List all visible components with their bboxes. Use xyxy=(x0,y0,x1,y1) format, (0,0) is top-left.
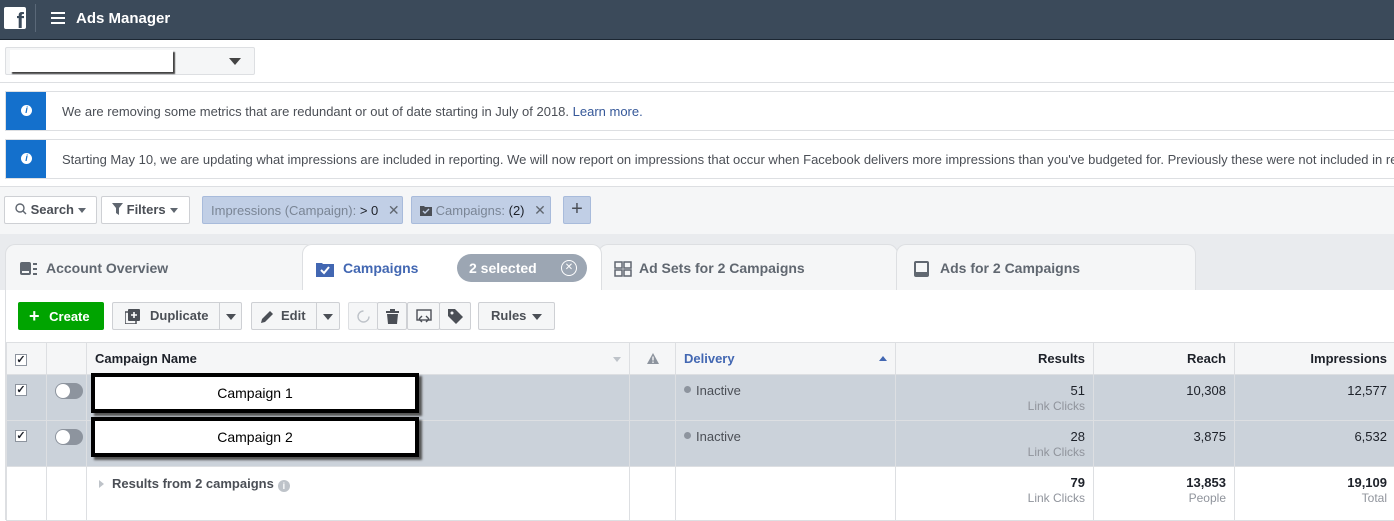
ads-icon xyxy=(913,261,931,277)
tag-icon xyxy=(448,309,463,324)
delivery-status: Inactive xyxy=(696,383,741,398)
facebook-logo-icon[interactable]: f xyxy=(4,7,26,29)
search-button[interactable]: Search xyxy=(4,196,97,224)
status-dot-icon xyxy=(684,432,691,439)
column-menu-icon[interactable] xyxy=(613,357,621,362)
delivery-status: Inactive xyxy=(696,429,741,444)
notice-text: Starting May 10, we are updating what im… xyxy=(62,152,1394,167)
account-selector[interactable] xyxy=(5,47,255,75)
campaign-name-link[interactable]: Campaign 1 xyxy=(91,373,419,413)
row-checkbox[interactable]: ✓ xyxy=(15,384,27,396)
summary-row: Results from 2 campaignsi 79Link Clicks … xyxy=(7,467,1394,521)
campaign-toggle[interactable] xyxy=(55,429,83,445)
chevron-down-icon xyxy=(229,58,241,65)
info-icon: i xyxy=(6,140,46,178)
learn-more-link[interactable]: Learn more. xyxy=(573,104,643,119)
filter-icon xyxy=(112,203,123,215)
top-bar: f Ads Manager xyxy=(0,0,1394,40)
campaign-name-link[interactable]: Campaign 2 xyxy=(91,417,419,457)
row-checkbox[interactable]: ✓ xyxy=(15,430,27,442)
filter-bar: Search Filters Impressions (Campaign): >… xyxy=(0,186,1394,234)
tab-bar: Account Overview Campaigns Ad Sets for 2… xyxy=(0,234,1394,290)
column-header-impressions[interactable]: Impressions xyxy=(1235,343,1394,375)
duplicate-button[interactable]: Duplicate xyxy=(112,302,242,330)
column-header-delivery[interactable]: Delivery xyxy=(676,343,896,375)
delete-button[interactable] xyxy=(377,302,407,330)
clear-selection-icon[interactable]: ✕ xyxy=(561,260,577,276)
filter-chip-campaigns[interactable]: Campaigns: (2) ✕ xyxy=(411,196,551,224)
status-dot-icon xyxy=(684,386,691,393)
campaign-folder-icon xyxy=(420,205,432,216)
divider xyxy=(35,4,36,32)
export-button[interactable] xyxy=(407,302,440,330)
close-icon[interactable]: ✕ xyxy=(534,202,546,218)
info-icon[interactable]: i xyxy=(278,480,290,492)
add-filter-button[interactable]: + xyxy=(563,196,591,224)
tab-account-overview[interactable]: Account Overview xyxy=(5,244,315,290)
notice-banner: i Starting May 10, we are updating what … xyxy=(5,139,1394,179)
tab-ad-sets[interactable]: Ad Sets for 2 Campaigns xyxy=(598,244,898,290)
filters-button[interactable]: Filters xyxy=(101,196,190,224)
sort-ascending-icon xyxy=(879,356,887,361)
trash-icon xyxy=(386,309,399,324)
app-title: Ads Manager xyxy=(76,10,170,27)
rules-button[interactable]: Rules xyxy=(478,302,555,330)
close-icon[interactable]: ✕ xyxy=(388,202,400,218)
select-all-checkbox[interactable]: ✓ xyxy=(15,354,27,366)
selected-count-badge: 2 selected ✕ xyxy=(457,254,587,282)
tab-ads[interactable]: Ads for 2 Campaigns xyxy=(896,244,1196,290)
column-header-warnings[interactable] xyxy=(630,343,676,375)
notice-text: We are removing some metrics that are re… xyxy=(62,104,573,119)
refresh-button[interactable] xyxy=(348,302,378,330)
table-header-row: ✓ Campaign Name Delivery Results Reach I… xyxy=(7,343,1394,375)
column-header-campaign-name[interactable]: Campaign Name xyxy=(87,343,630,375)
warning-icon xyxy=(647,353,659,364)
column-header-reach[interactable]: Reach xyxy=(1094,343,1235,375)
refresh-icon xyxy=(356,309,371,324)
hamburger-menu-icon[interactable] xyxy=(51,12,65,24)
campaign-toggle[interactable] xyxy=(55,383,83,399)
divider xyxy=(0,82,1394,83)
tag-button[interactable] xyxy=(439,302,471,330)
campaign-folder-icon xyxy=(316,261,334,277)
plus-icon: + xyxy=(29,306,40,326)
edit-button[interactable]: Edit xyxy=(251,302,340,330)
edit-dropdown-icon[interactable] xyxy=(323,314,333,320)
campaigns-panel: + Create Duplicate Edit Rules xyxy=(5,290,1394,520)
chevron-down-icon xyxy=(532,314,542,320)
duplicate-icon xyxy=(125,309,140,324)
action-toolbar: + Create Duplicate Edit Rules xyxy=(6,290,1394,342)
chevron-down-icon xyxy=(78,208,86,213)
column-header-results[interactable]: Results xyxy=(896,343,1094,375)
filter-chip-impressions[interactable]: Impressions (Campaign): > 0 ✕ xyxy=(202,196,403,224)
pencil-icon xyxy=(261,310,274,323)
export-icon xyxy=(416,309,432,324)
create-button[interactable]: + Create xyxy=(18,302,104,330)
chevron-down-icon xyxy=(170,208,178,213)
notice-banner: i We are removing some metrics that are … xyxy=(5,91,1394,131)
account-name-redacted xyxy=(10,50,173,72)
ad-sets-grid-icon xyxy=(614,261,632,277)
info-icon: i xyxy=(6,92,46,130)
expand-icon[interactable] xyxy=(99,480,104,488)
account-overview-icon xyxy=(20,261,38,277)
search-icon xyxy=(15,203,27,215)
duplicate-dropdown-icon[interactable] xyxy=(226,314,236,320)
